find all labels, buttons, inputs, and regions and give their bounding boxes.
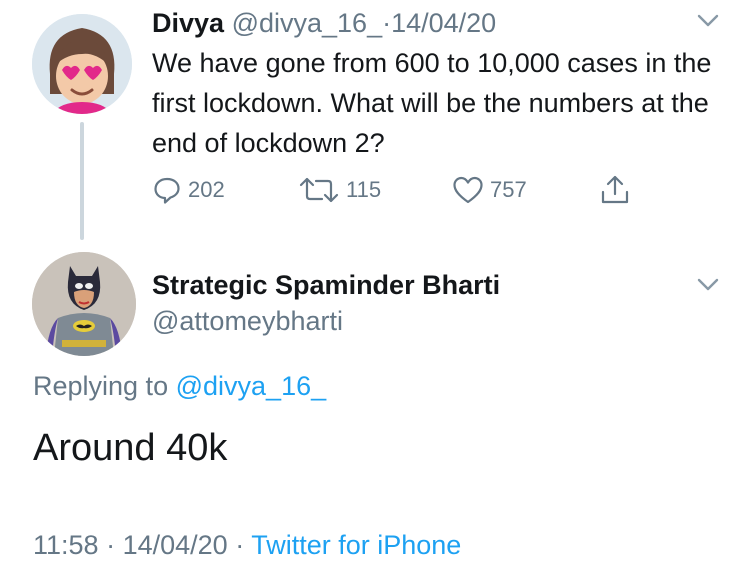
- tweet2-menu-button[interactable]: [694, 270, 722, 303]
- avatar-divya-image: [32, 14, 132, 114]
- like-button[interactable]: 757: [452, 173, 527, 207]
- chevron-down-icon: [697, 278, 719, 291]
- avatar-divya[interactable]: [32, 14, 132, 114]
- tweet2-author-name[interactable]: Strategic Spaminder Bharti: [152, 268, 500, 302]
- tweet1-date[interactable]: 14/04/20: [391, 8, 496, 38]
- tweet1-menu-button[interactable]: [694, 6, 722, 39]
- tweet2-time: 11:58: [33, 530, 99, 560]
- tweet2-text: Around 40k: [33, 427, 228, 469]
- thread-connector-line: [80, 122, 84, 240]
- replying-to-label: Replying to: [33, 371, 169, 401]
- reply-icon: [154, 177, 180, 204]
- tweet1-author-name[interactable]: Divya: [152, 8, 224, 38]
- tweet2-date: 14/04/20: [122, 530, 228, 560]
- share-button[interactable]: [598, 173, 632, 207]
- reply-button[interactable]: 202: [152, 173, 225, 207]
- retweet-count: 115: [346, 177, 382, 202]
- replying-to-handle-link[interactable]: @divya_16_: [176, 371, 327, 401]
- tweet2-separator-2: ·: [235, 530, 245, 560]
- tweet2-source-link[interactable]: Twitter for iPhone: [251, 530, 461, 560]
- chevron-down-icon: [697, 14, 719, 27]
- tweet1-separator: ·: [382, 8, 392, 38]
- tweet1-header: Divya @divya_16_·14/04/20: [152, 5, 496, 41]
- like-count: 757: [490, 177, 527, 202]
- reply-count: 202: [188, 177, 225, 202]
- avatar-strategic-spaminder-image: [32, 252, 136, 356]
- tweet1-author-handle[interactable]: @divya_16_: [232, 8, 383, 38]
- tweet2-separator-1: ·: [106, 530, 116, 560]
- tweet2-metadata: 11:58 · 14/04/20 · Twitter for iPhone: [33, 527, 461, 563]
- replying-to-line: Replying to @divya_16_: [33, 368, 326, 404]
- retweet-icon: [299, 177, 339, 203]
- share-icon: [601, 175, 629, 204]
- avatar-strategic-spaminder[interactable]: [32, 252, 136, 356]
- retweet-button[interactable]: 115: [298, 173, 381, 207]
- tweet2-author-handle[interactable]: @attomeybharti: [152, 304, 343, 338]
- tweet1-text: We have gone from 600 to 10,000 cases in…: [152, 48, 712, 158]
- like-icon: [453, 176, 483, 204]
